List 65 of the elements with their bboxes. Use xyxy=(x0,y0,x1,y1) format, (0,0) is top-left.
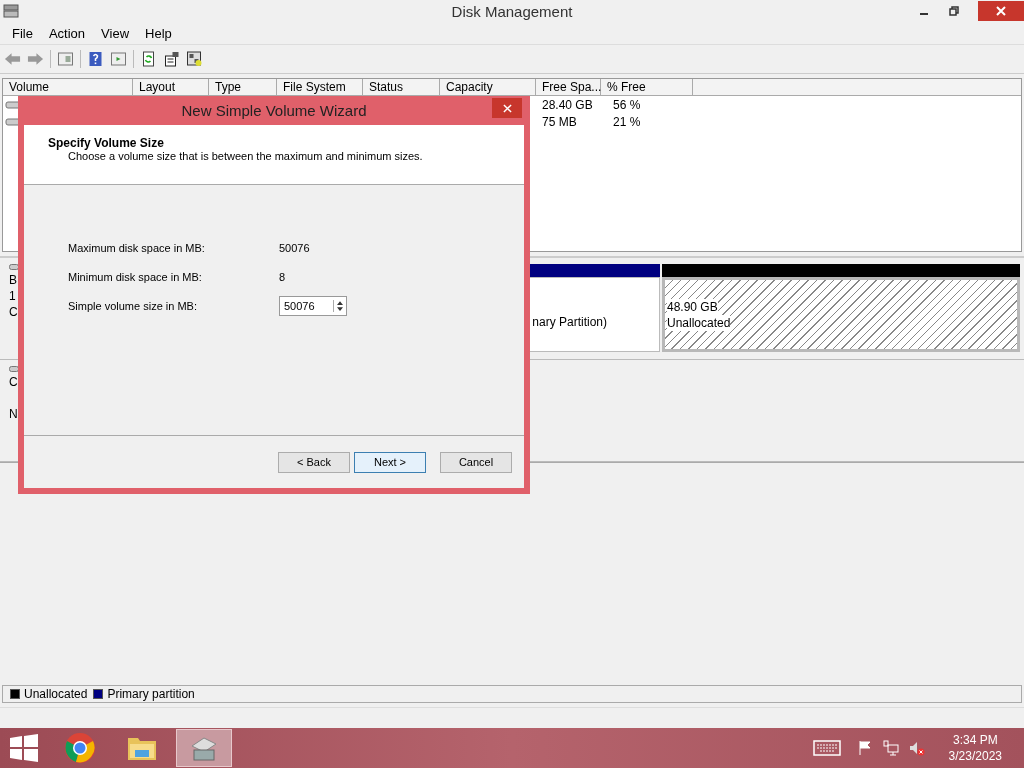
table-cell-text: 21 % xyxy=(612,114,642,129)
column-header[interactable]: Layout xyxy=(133,79,209,95)
column-header[interactable]: File System xyxy=(277,79,363,95)
network-icon[interactable] xyxy=(882,740,899,756)
column-header[interactable]: Volume xyxy=(3,79,133,95)
properties-icon[interactable] xyxy=(163,51,180,67)
wizard-heading: Specify Volume Size xyxy=(48,136,165,150)
partition-label: 48.90 GB xyxy=(667,298,718,315)
menu-item[interactable]: Action xyxy=(40,25,94,41)
disk-management-icon xyxy=(3,3,19,19)
field-label: Simple volume size in MB: xyxy=(68,300,198,312)
menu-item[interactable]: View xyxy=(93,25,138,41)
keyboard-icon[interactable] xyxy=(812,740,841,756)
menu-item[interactable]: Help xyxy=(137,25,180,41)
size-field[interactable]: 50076 xyxy=(279,296,347,316)
disk-label: N xyxy=(9,406,18,422)
column-header[interactable]: Capacity xyxy=(440,79,536,95)
disk-label: C xyxy=(9,374,18,390)
table-cell-text: 28.40 GB xyxy=(541,97,594,112)
disk-label: C xyxy=(9,304,18,320)
legend-label: Unallocated xyxy=(24,687,88,701)
close-button[interactable] xyxy=(978,1,1024,21)
drive-icon xyxy=(5,99,21,110)
partition-block[interactable]: 48.90 GB Unallocated xyxy=(662,277,1020,352)
column-header[interactable]: Type xyxy=(209,79,277,95)
wizard-button[interactable]: Cancel xyxy=(440,451,512,473)
panel-icon[interactable] xyxy=(57,51,74,67)
muted-speaker-icon[interactable] xyxy=(908,740,925,756)
column-header[interactable]: % Free xyxy=(601,79,693,95)
start-icon[interactable] xyxy=(10,734,38,762)
clock-date[interactable]: 3/23/2023 xyxy=(948,748,1002,764)
panel-icon[interactable] xyxy=(110,51,127,67)
help-icon[interactable] xyxy=(87,51,104,67)
dialog-title: New Simple Volume Wizard xyxy=(181,102,367,119)
partition-label: nary Partition) xyxy=(532,314,607,329)
field-label: Minimum disk space in MB: xyxy=(68,271,203,283)
field-value: 50076 xyxy=(279,242,310,254)
wizard-subheading: Choose a volume size that is between the maximum and minimum sizes. xyxy=(67,150,424,162)
field-label: Maximum disk space in MB: xyxy=(68,242,206,254)
menu-item[interactable]: File xyxy=(4,25,41,41)
settings-icon[interactable] xyxy=(186,51,203,67)
disk-label: B xyxy=(9,272,17,288)
up-arrow-icon[interactable] xyxy=(337,301,343,305)
partition-label: Unallocated xyxy=(667,314,731,331)
disk-label: 1 xyxy=(9,288,16,304)
refresh-icon[interactable] xyxy=(140,51,157,67)
restore-icon[interactable] xyxy=(948,5,960,17)
legend-label: Primary partition xyxy=(107,687,195,701)
close-button[interactable] xyxy=(492,98,522,118)
wizard-button[interactable]: Next > xyxy=(354,451,426,473)
column-header[interactable]: Free Spa... xyxy=(536,79,601,95)
clock-time[interactable]: 3:34 PM xyxy=(952,732,998,748)
browser-icon[interactable] xyxy=(64,732,96,764)
column-header[interactable]: Status xyxy=(363,79,440,95)
taskbar-app-button[interactable] xyxy=(176,729,232,767)
window-title: Disk Management xyxy=(451,2,573,20)
table-cell-text: 56 % xyxy=(612,97,642,112)
close-icon xyxy=(995,5,1007,17)
down-arrow-icon[interactable] xyxy=(337,307,343,311)
table-cell-text: 75 MB xyxy=(541,114,578,129)
close-icon xyxy=(502,103,512,113)
flag-icon[interactable] xyxy=(856,740,873,756)
drive-icon xyxy=(5,116,21,127)
wizard-button[interactable]: < Back xyxy=(278,451,350,473)
field-value: 8 xyxy=(279,271,286,283)
